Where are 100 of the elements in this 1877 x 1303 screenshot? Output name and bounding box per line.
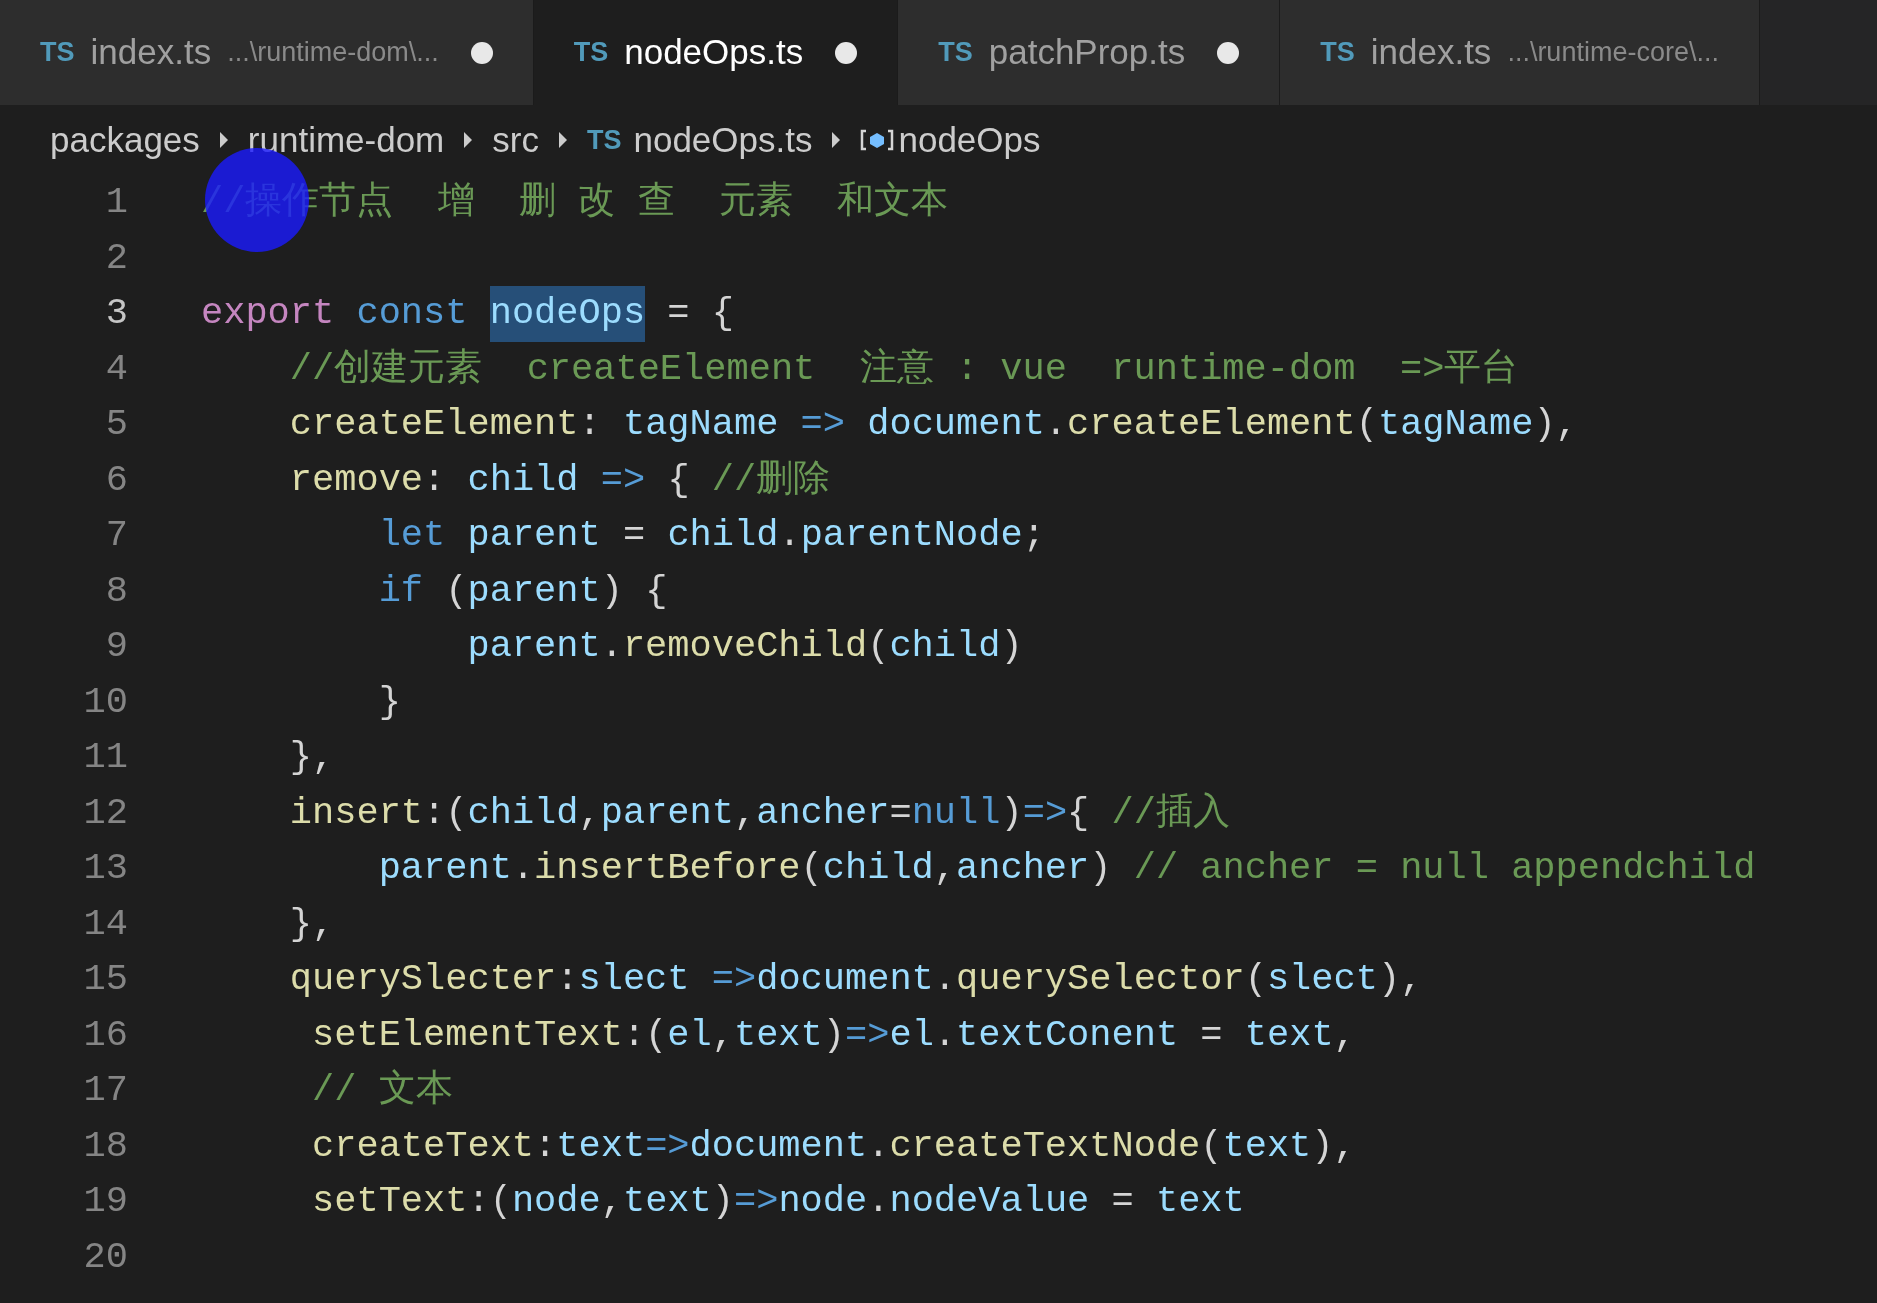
- keyword-token: =>: [645, 1123, 690, 1169]
- tab-label: nodeOps.ts: [624, 31, 804, 74]
- property-token: querySlecter: [289, 957, 557, 1002]
- code-text: {: [667, 457, 690, 503]
- code-text: },: [289, 735, 335, 780]
- code-text: :(: [423, 790, 468, 836]
- function-token: insertBefore: [534, 846, 801, 891]
- identifier-token: node: [511, 1179, 601, 1224]
- chevron-icon: [556, 130, 569, 150]
- code-text: ),: [1311, 1123, 1356, 1169]
- code-text: (: [1200, 1123, 1223, 1169]
- code-text: (: [445, 568, 468, 614]
- line-number: 10: [82, 679, 128, 725]
- identifier-token: text: [622, 1179, 712, 1224]
- breadcrumb-item[interactable]: src: [492, 113, 539, 167]
- code-text: ,: [933, 846, 956, 891]
- line-number: 17: [82, 1068, 128, 1113]
- code-text: ,: [600, 1179, 623, 1224]
- identifier-token: text: [1222, 1123, 1312, 1169]
- line-number: 14: [82, 901, 128, 947]
- keyword-token: let: [378, 513, 446, 558]
- chevron-icon: [830, 130, 843, 150]
- code-text: .: [867, 1123, 890, 1169]
- code-text: .: [1044, 402, 1068, 447]
- line-number: 19: [82, 1179, 128, 1224]
- function-token: createElement: [1067, 402, 1356, 447]
- code-comment: //创建元素 createElement 注意 : vue runtime-dom =>平台: [289, 346, 1519, 392]
- editor-tab[interactable]: TS index.ts ...\runtime-dom\...: [0, 0, 534, 105]
- code-text: =: [1200, 1012, 1223, 1058]
- code-text: =: [1111, 1179, 1134, 1224]
- code-text: }: [378, 679, 401, 725]
- keyword-token: const: [356, 291, 468, 336]
- selected-text: nodeOps: [489, 286, 646, 342]
- identifier-token: parent: [467, 568, 601, 614]
- code-text: },: [289, 901, 335, 947]
- identifier-token: document: [756, 957, 934, 1002]
- code-text: .: [600, 624, 623, 669]
- line-number: 13: [82, 846, 128, 891]
- line-number: 18: [82, 1123, 128, 1169]
- identifier-token: slect: [578, 957, 690, 1002]
- line-number: 4: [104, 346, 128, 392]
- keyword-token: null: [911, 790, 1001, 836]
- property-token: createText: [312, 1123, 535, 1169]
- identifier-token: node: [778, 1179, 868, 1224]
- code-text: =: [889, 790, 912, 836]
- code-text: .: [933, 1012, 957, 1058]
- identifier-token: child: [467, 457, 579, 503]
- chevron-icon: [217, 130, 230, 150]
- code-text: (: [1244, 957, 1267, 1002]
- code-text: (: [1355, 402, 1378, 447]
- identifier-token: child: [889, 624, 1001, 669]
- keyword-token: =>: [600, 457, 646, 503]
- identifier-token: child: [667, 513, 779, 558]
- breadcrumb-item[interactable]: runtime-dom: [247, 113, 445, 167]
- keyword-token: =>: [711, 957, 757, 1002]
- typescript-icon: TS: [586, 119, 622, 161]
- code-text: ,: [733, 790, 757, 836]
- code-text: .: [933, 957, 957, 1002]
- code-text: =: [622, 513, 646, 558]
- code-text: ,: [578, 790, 601, 836]
- identifier-token: document: [689, 1123, 868, 1169]
- symbol-icon: [860, 128, 895, 152]
- keyword-token: =>: [1022, 790, 1068, 836]
- identifier-token: text: [556, 1123, 646, 1169]
- identifier-token: nodeValue: [889, 1179, 1090, 1224]
- breadcrumb-item[interactable]: packages: [50, 113, 200, 167]
- line-number: 7: [104, 513, 128, 558]
- code-text: (: [867, 624, 890, 669]
- line-number: 15: [82, 957, 128, 1002]
- code-comment: // ancher = null appendchild: [1133, 846, 1756, 891]
- code-text: .: [511, 846, 535, 891]
- code-text: ,: [1333, 1012, 1356, 1058]
- property-token: insert: [289, 790, 424, 836]
- line-number: 9: [104, 624, 128, 669]
- editor-tab[interactable]: TS nodeOps.ts: [533, 0, 899, 105]
- typescript-icon: TS: [40, 32, 75, 73]
- code-text: ): [1000, 790, 1023, 836]
- editor-tab[interactable]: TS patchProp.ts: [898, 0, 1281, 105]
- property-token: createElement: [289, 402, 579, 447]
- typescript-icon: TS: [1320, 32, 1355, 73]
- identifier-token: textConent: [956, 1012, 1179, 1058]
- code-text: ): [1089, 846, 1112, 891]
- typescript-icon: TS: [938, 32, 973, 73]
- code-text: {: [1067, 790, 1090, 836]
- line-number: 16: [82, 1012, 128, 1058]
- tab-label: patchProp.ts: [988, 31, 1186, 74]
- code-text: .: [867, 1179, 890, 1224]
- code-text: ): [822, 1012, 845, 1058]
- breadcrumb-item[interactable]: nodeOps: [898, 113, 1041, 167]
- editor-tab[interactable]: TS index.ts ...\runtime-core\...: [1280, 0, 1760, 105]
- identifier-token: text: [1244, 1012, 1334, 1058]
- line-number: 3: [104, 291, 128, 336]
- breadcrumb-item[interactable]: nodeOps.ts: [633, 113, 813, 167]
- function-token: querySelector: [956, 957, 1245, 1002]
- keyword-token: export: [201, 291, 335, 336]
- line-number: 6: [104, 457, 128, 503]
- identifier-token: parentNode: [800, 513, 1023, 558]
- line-number: 11: [82, 735, 128, 780]
- identifier-token: el: [667, 1012, 712, 1058]
- typescript-icon: TS: [573, 32, 609, 73]
